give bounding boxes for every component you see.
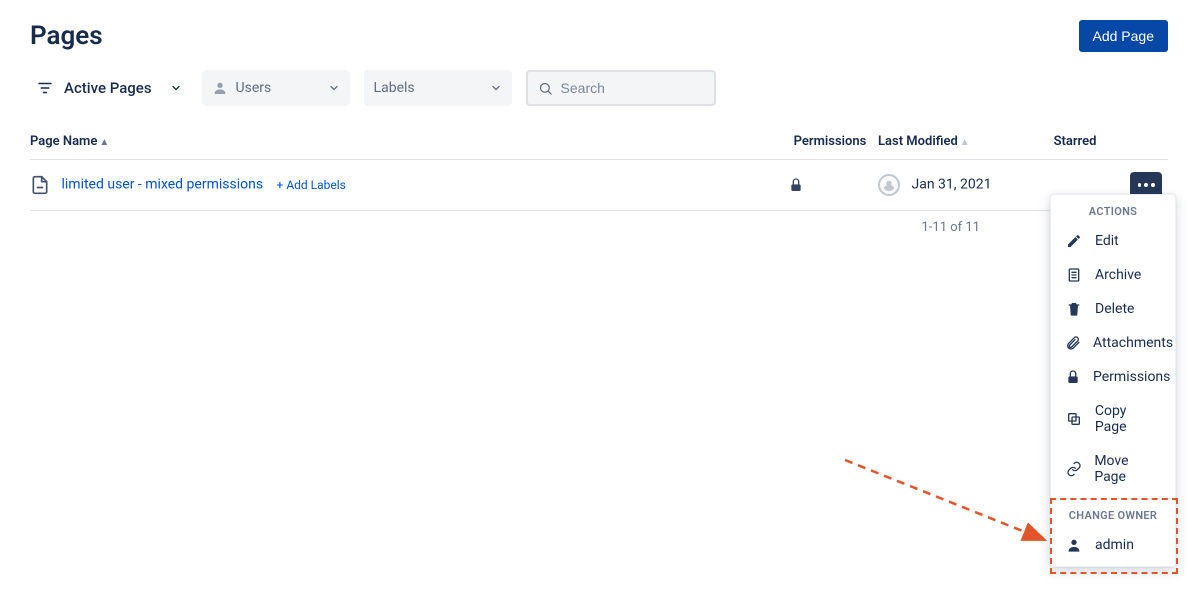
col-page-name-label: Page Name: [30, 134, 97, 149]
menu-archive-label: Archive: [1095, 267, 1141, 283]
chevron-down-icon: [328, 82, 340, 94]
lock-icon: [788, 177, 872, 193]
menu-section-actions: ACTIONS: [1051, 195, 1175, 224]
menu-copy-page[interactable]: Copy Page: [1051, 394, 1175, 444]
trash-icon: [1065, 301, 1083, 317]
add-labels-link[interactable]: + Add Labels: [277, 178, 346, 192]
menu-delete[interactable]: Delete: [1051, 292, 1175, 326]
labels-filter-label: Labels: [374, 80, 415, 96]
add-page-button[interactable]: Add Page: [1079, 20, 1169, 52]
menu-attachments-label: Attachments: [1093, 335, 1173, 351]
paperclip-icon: [1065, 335, 1081, 351]
menu-move-page[interactable]: Move Page: [1051, 444, 1175, 494]
user-icon: [1065, 537, 1083, 553]
col-starred[interactable]: Starred: [1038, 124, 1118, 160]
col-page-name[interactable]: Page Name▲: [30, 124, 788, 160]
filter-icon: [36, 79, 54, 97]
pagination-info: 1-11 of 11: [0, 200, 1198, 235]
menu-permissions-label: Permissions: [1093, 369, 1170, 385]
col-permissions[interactable]: Permissions: [788, 124, 878, 160]
last-modified-date: Jan 31, 2021: [911, 177, 991, 193]
chevron-down-icon: [490, 82, 502, 94]
search-icon: [538, 81, 553, 96]
link-icon: [1065, 461, 1082, 477]
search-input[interactable]: [559, 79, 704, 97]
sort-icon: ▲: [960, 137, 970, 148]
menu-edit[interactable]: Edit: [1051, 224, 1175, 258]
menu-section-owner: CHANGE OWNER: [1051, 499, 1175, 528]
chevron-down-icon: [170, 82, 182, 94]
col-last-modified[interactable]: Last Modified▲: [878, 124, 1038, 160]
users-filter[interactable]: Users: [202, 70, 350, 106]
menu-copy-label: Copy Page: [1095, 403, 1161, 435]
menu-delete-label: Delete: [1095, 301, 1134, 317]
page-title-link[interactable]: limited user - mixed permissions: [61, 177, 263, 193]
lock-icon: [1065, 369, 1081, 385]
page-title: Pages: [30, 21, 103, 51]
menu-attachments[interactable]: Attachments: [1051, 326, 1175, 360]
actions-menu: ACTIONS Edit Archive Delete Attachments: [1050, 194, 1176, 567]
user-icon: [212, 80, 228, 96]
menu-permissions[interactable]: Permissions: [1051, 360, 1175, 394]
users-filter-label: Users: [236, 80, 272, 96]
col-last-modified-label: Last Modified: [878, 134, 958, 149]
search-box[interactable]: [526, 70, 716, 106]
archive-icon: [1065, 267, 1083, 283]
menu-archive[interactable]: Archive: [1051, 258, 1175, 292]
menu-move-label: Move Page: [1094, 453, 1161, 485]
scope-filter[interactable]: Active Pages: [30, 75, 188, 101]
scope-filter-label: Active Pages: [64, 79, 152, 97]
avatar: [878, 174, 900, 196]
pencil-icon: [1065, 233, 1083, 249]
copy-icon: [1065, 411, 1083, 427]
sort-asc-icon: ▲: [99, 137, 109, 148]
menu-owner-label: admin: [1095, 537, 1134, 553]
menu-edit-label: Edit: [1095, 233, 1119, 249]
annotation-arrow: [840, 455, 1060, 555]
page-icon: [30, 175, 50, 195]
labels-filter[interactable]: Labels: [364, 70, 512, 106]
menu-owner-admin[interactable]: admin: [1051, 528, 1175, 562]
